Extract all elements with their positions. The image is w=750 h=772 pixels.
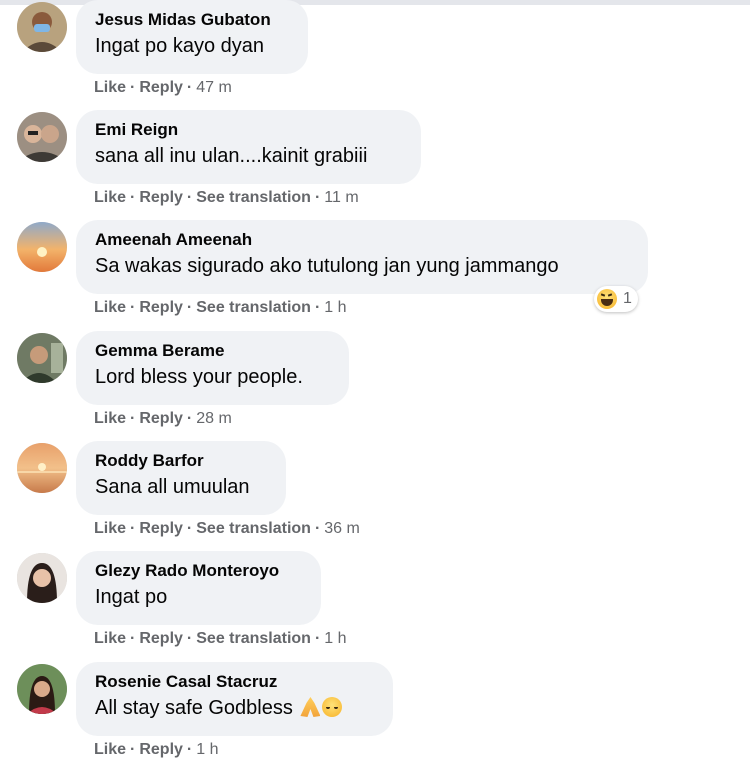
reply-button[interactable]: Reply — [139, 189, 183, 206]
separator: · — [130, 299, 136, 316]
comment-author[interactable]: Emi Reign — [95, 120, 403, 140]
avatar[interactable] — [17, 553, 67, 603]
comment-text: Sana all umuulan — [95, 476, 250, 498]
separator: · — [186, 189, 193, 206]
reply-button[interactable]: Reply — [139, 299, 183, 316]
reply-button[interactable]: Reply — [139, 79, 183, 96]
haha-emoji-icon — [597, 289, 617, 309]
see-translation-link[interactable]: See translation — [196, 189, 311, 206]
comment-author[interactable]: Roddy Barfor — [95, 451, 268, 471]
comment-author[interactable]: Ameenah Ameenah — [95, 230, 630, 250]
comment-bubble: Rosenie Casal Stacruz All stay safe Godb… — [76, 662, 393, 736]
like-button[interactable]: Like — [94, 410, 126, 427]
comment-bubble: Emi Reign sana all inu ulan....kainit gr… — [76, 110, 421, 184]
reply-button[interactable]: Reply — [139, 741, 183, 758]
comment-author[interactable]: Rosenie Casal Stacruz — [95, 672, 375, 692]
separator: · — [186, 410, 193, 427]
comment-timestamp[interactable]: 47 m — [196, 79, 232, 96]
comment-actions: Like · Reply · See translation · 36 m — [94, 519, 360, 539]
comment-actions: Like · Reply · See translation · 1 h — [94, 298, 347, 318]
comment-text: Lord bless your people. — [95, 366, 303, 388]
like-button[interactable]: Like — [94, 299, 126, 316]
comment-item: Gemma Berame Lord bless your people. Lik… — [0, 331, 750, 441]
comment-bubble: Ameenah Ameenah Sa wakas sigurado ako tu… — [76, 220, 648, 294]
comment-text: All stay safe Godbless — [95, 695, 375, 721]
avatar[interactable] — [17, 2, 67, 52]
relieved-face-emoji-icon — [322, 697, 343, 717]
see-translation-link[interactable]: See translation — [196, 299, 311, 316]
comment-text: sana all inu ulan....kainit grabiii — [95, 145, 368, 167]
comment-item: Roddy Barfor Sana all umuulan Like · Reply… — [0, 441, 750, 551]
separator: · — [186, 299, 193, 316]
reaction-summary[interactable]: 1 — [594, 286, 638, 312]
avatar[interactable] — [17, 333, 67, 383]
comment-actions: Like · Reply · See translation · 1 h — [94, 629, 347, 649]
separator: · — [186, 741, 193, 758]
comment-item: Ameenah Ameenah Sa wakas sigurado ako tu… — [0, 220, 750, 330]
comment-item: Emi Reign sana all inu ulan....kainit gr… — [0, 110, 750, 220]
comment-text-content: All stay safe Godbless — [95, 697, 293, 719]
comment-timestamp[interactable]: 11 m — [324, 189, 358, 206]
comment-bubble: Gemma Berame Lord bless your people. — [76, 331, 349, 405]
reply-button[interactable]: Reply — [139, 630, 183, 647]
avatar[interactable] — [17, 443, 67, 493]
comment-timestamp[interactable]: 1 h — [324, 630, 346, 647]
comment-item: Rosenie Casal Stacruz All stay safe Godb… — [0, 662, 750, 772]
comment-item: Jesus Midas Gubaton Ingat po kayo dyan L… — [0, 0, 750, 110]
like-button[interactable]: Like — [94, 630, 126, 647]
comment-actions: Like · Reply · 47 m — [94, 78, 232, 98]
comment-actions: Like · Reply · See translation · 11 m — [94, 188, 359, 208]
comment-author[interactable]: Jesus Midas Gubaton — [95, 10, 290, 30]
like-button[interactable]: Like — [94, 520, 126, 537]
comment-text: Sa wakas sigurado ako tutulong jan yung … — [95, 255, 559, 277]
comment-item: Glezy Rado Monteroyo Ingat po Like · Reply… — [0, 551, 750, 661]
comment-text: Ingat po kayo dyan — [95, 35, 265, 57]
comment-actions: Like · Reply · 28 m — [94, 409, 232, 429]
comment-bubble: Jesus Midas Gubaton Ingat po kayo dyan — [76, 0, 308, 74]
folded-hands-emoji-icon — [300, 697, 321, 717]
separator: · — [186, 520, 193, 537]
separator: · — [186, 630, 193, 647]
separator: · — [130, 630, 136, 647]
avatar[interactable] — [17, 112, 67, 162]
separator: · — [314, 189, 321, 206]
separator: · — [130, 741, 136, 758]
reply-button[interactable]: Reply — [139, 520, 183, 537]
see-translation-link[interactable]: See translation — [196, 520, 311, 537]
separator: · — [314, 630, 321, 647]
comment-actions: Like · Reply · 1 h — [94, 740, 219, 760]
like-button[interactable]: Like — [94, 79, 126, 96]
comment-bubble: Glezy Rado Monteroyo Ingat po — [76, 551, 321, 625]
comment-bubble: Roddy Barfor Sana all umuulan — [76, 441, 286, 515]
like-button[interactable]: Like — [94, 189, 126, 206]
reaction-count: 1 — [623, 290, 632, 307]
avatar[interactable] — [17, 664, 67, 714]
separator: · — [314, 299, 321, 316]
separator: · — [186, 79, 193, 96]
comment-author[interactable]: Gemma Berame — [95, 341, 331, 361]
reply-button[interactable]: Reply — [139, 410, 183, 427]
comment-timestamp[interactable]: 1 h — [196, 741, 218, 758]
separator: · — [130, 189, 136, 206]
comment-timestamp[interactable]: 36 m — [324, 520, 360, 537]
like-button[interactable]: Like — [94, 741, 126, 758]
avatar[interactable] — [17, 222, 67, 272]
separator: · — [130, 410, 136, 427]
comment-timestamp[interactable]: 1 h — [324, 299, 346, 316]
comment-timestamp[interactable]: 28 m — [196, 410, 232, 427]
separator: · — [130, 520, 136, 537]
separator: · — [314, 520, 321, 537]
comment-author[interactable]: Glezy Rado Monteroyo — [95, 561, 303, 581]
separator: · — [130, 79, 136, 96]
comment-text: Ingat po — [95, 586, 168, 608]
see-translation-link[interactable]: See translation — [196, 630, 311, 647]
